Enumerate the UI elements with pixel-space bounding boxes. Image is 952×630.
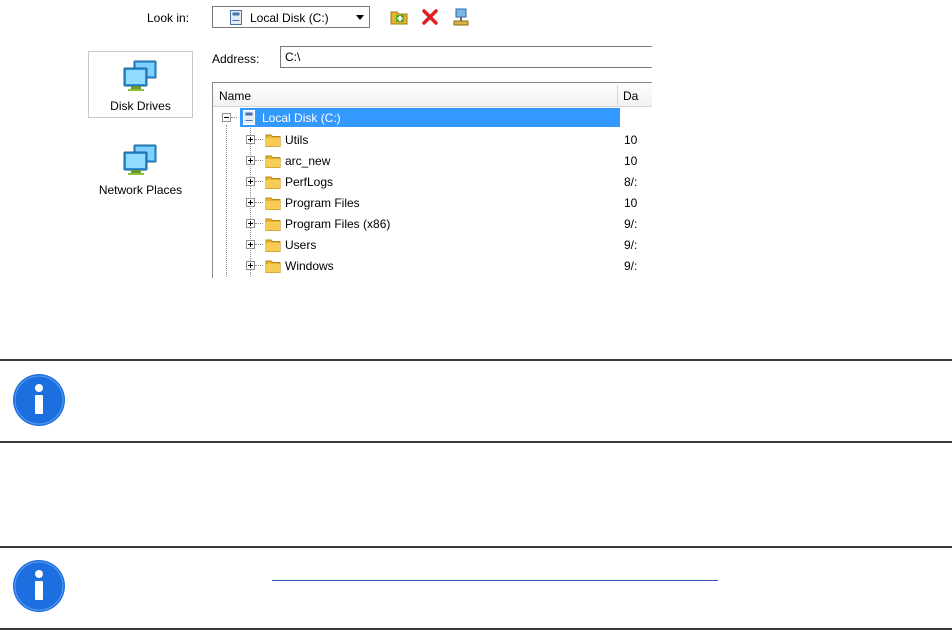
tree-row-date: 10 bbox=[624, 196, 638, 210]
tree-connector bbox=[255, 244, 263, 245]
tree-row-date: 9/: bbox=[624, 217, 638, 231]
disk-drives-icon bbox=[123, 60, 157, 91]
tree-row-folder[interactable]: Users 9/: bbox=[213, 234, 652, 255]
tree-row-label: PerfLogs bbox=[285, 175, 334, 189]
tree-connector bbox=[255, 223, 263, 224]
folder-icon bbox=[265, 134, 281, 147]
tree-row-label: Local Disk (C:) bbox=[262, 111, 341, 125]
info-icon bbox=[13, 560, 65, 612]
tree-row-label: Users bbox=[285, 238, 317, 252]
tree-connector bbox=[255, 160, 263, 161]
collapse-icon[interactable] bbox=[222, 113, 231, 122]
tree-connector bbox=[255, 202, 263, 203]
local-disk-icon bbox=[243, 110, 255, 125]
expand-icon[interactable] bbox=[246, 261, 255, 270]
tree-header: Name Da bbox=[213, 83, 652, 107]
expand-icon[interactable] bbox=[246, 240, 255, 249]
folder-icon bbox=[265, 155, 281, 168]
local-disk-icon bbox=[230, 10, 242, 25]
tree-connector bbox=[255, 181, 263, 182]
folder-icon bbox=[265, 218, 281, 231]
tree-row-date: 10 bbox=[624, 154, 638, 168]
expand-icon[interactable] bbox=[246, 198, 255, 207]
look-in-dropdown[interactable]: Local Disk (C:) bbox=[212, 6, 370, 28]
network-drive-icon[interactable] bbox=[451, 7, 471, 27]
tree-row-date: 9/: bbox=[624, 259, 638, 273]
note-divider bbox=[0, 546, 952, 548]
tree-row-folder[interactable]: Utils 10 bbox=[213, 129, 652, 150]
expand-icon[interactable] bbox=[246, 177, 255, 186]
tree-row-folder[interactable]: Program Files (x86) 9/: bbox=[213, 213, 652, 234]
address-input[interactable]: C:\ bbox=[280, 46, 652, 68]
look-in-value: Local Disk (C:) bbox=[250, 11, 329, 25]
expand-icon[interactable] bbox=[246, 219, 255, 228]
info-icon bbox=[13, 374, 65, 426]
address-label: Address: bbox=[212, 52, 260, 66]
place-disk-drives[interactable]: Disk Drives bbox=[88, 51, 193, 118]
note-divider bbox=[0, 359, 952, 361]
tree-row-date: 8/: bbox=[624, 175, 638, 189]
tree-connector bbox=[255, 265, 263, 266]
tree-row-label: Utils bbox=[285, 133, 309, 147]
folder-tree-view[interactable]: Name Da Local Disk (C:) Utils 10 arc_new 10… bbox=[212, 82, 652, 278]
tree-row-label: arc_new bbox=[285, 154, 331, 168]
tree-row-label: Program Files (x86) bbox=[285, 217, 391, 231]
column-header-date[interactable]: Da bbox=[623, 89, 638, 103]
expand-icon[interactable] bbox=[246, 135, 255, 144]
tree-row-date: 9/: bbox=[624, 238, 638, 252]
tree-row-date: 10 bbox=[624, 133, 638, 147]
column-divider[interactable] bbox=[617, 85, 618, 105]
tree-row-label: Program Files bbox=[285, 196, 360, 210]
new-folder-icon[interactable] bbox=[389, 7, 409, 27]
folder-icon bbox=[265, 239, 281, 252]
expand-icon[interactable] bbox=[246, 156, 255, 165]
folder-icon bbox=[265, 197, 281, 210]
tree-connector bbox=[255, 139, 263, 140]
tree-connector bbox=[231, 117, 237, 118]
delete-icon[interactable] bbox=[420, 7, 440, 27]
look-in-label: Look in: bbox=[147, 11, 190, 25]
tree-row-local-disk[interactable]: Local Disk (C:) bbox=[213, 107, 652, 128]
column-header-name[interactable]: Name bbox=[219, 89, 251, 103]
tree-row-folder[interactable]: PerfLogs 8/: bbox=[213, 171, 652, 192]
chevron-down-icon[interactable] bbox=[351, 8, 368, 26]
folder-icon bbox=[265, 176, 281, 189]
tree-row-folder[interactable]: Program Files 10 bbox=[213, 192, 652, 213]
tree-row-label: Windows bbox=[285, 259, 334, 273]
tree-row-folder[interactable]: Windows 9/: bbox=[213, 255, 652, 276]
folder-icon bbox=[265, 260, 281, 273]
place-label: Disk Drives bbox=[110, 99, 171, 113]
note-link[interactable] bbox=[272, 566, 718, 581]
network-places-icon bbox=[123, 144, 157, 175]
tree-row-folder[interactable]: arc_new 10 bbox=[213, 150, 652, 171]
place-label: Network Places bbox=[98, 183, 183, 197]
note-divider bbox=[0, 441, 952, 443]
place-network-places[interactable]: Network Places bbox=[88, 135, 193, 202]
